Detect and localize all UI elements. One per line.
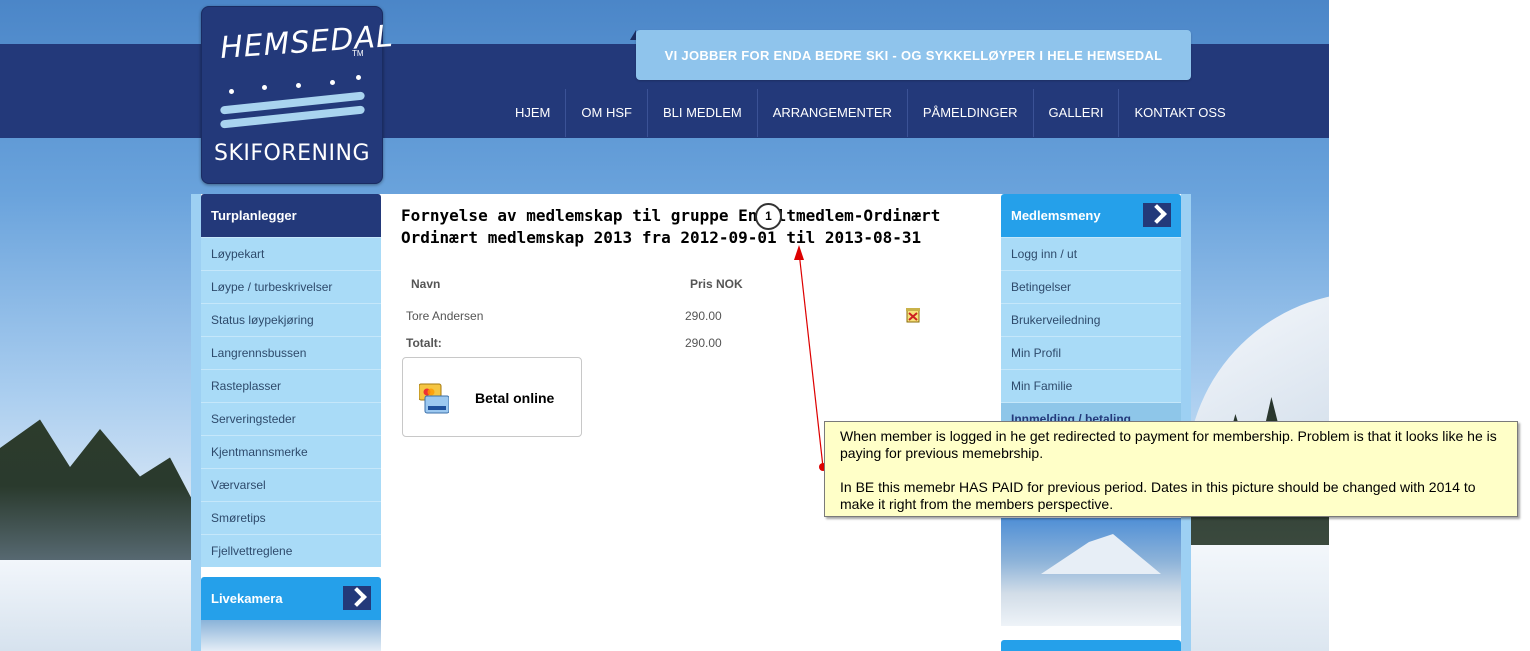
delete-icon[interactable] xyxy=(905,307,921,326)
sidebar-item-betingelser[interactable]: Betingelser xyxy=(1001,270,1181,303)
nav-om-hsf[interactable]: OM HSF xyxy=(565,89,647,137)
sidebar-section-header xyxy=(1001,640,1181,651)
turplanlegger-header: Turplanlegger xyxy=(201,194,381,237)
annotation-text-1: When member is logged in he get redirect… xyxy=(840,428,1497,461)
photo-thumbnail[interactable] xyxy=(1001,518,1181,626)
sidebar-item-langrennsbussen[interactable]: Langrennsbussen xyxy=(201,336,381,369)
member-price: 290.00 xyxy=(685,309,722,323)
right-sidebar: Medlemsmeny Logg inn / ut Betingelser Br… xyxy=(1001,194,1181,435)
sidebar-item-kjentmannsmerke[interactable]: Kjentmannsmerke xyxy=(201,435,381,468)
medlemsmeny-header: Medlemsmeny xyxy=(1001,194,1181,237)
sidebar-item-smoretips[interactable]: Smøretips xyxy=(201,501,381,534)
page-title-line1: Fornyelse av medlemskap til gruppe Enkel… xyxy=(401,206,941,225)
pay-online-label: Betal online xyxy=(475,390,555,406)
logo-trademark: TM xyxy=(352,49,364,58)
sidebar-item-brukerveiledning[interactable]: Brukerveiledning xyxy=(1001,303,1181,336)
total-label: Totalt: xyxy=(406,336,442,350)
sidebar-item-serveringsteder[interactable]: Serveringsteder xyxy=(201,402,381,435)
sidebar-item-vaervarsel[interactable]: Værvarsel xyxy=(201,468,381,501)
nav-kontakt-oss[interactable]: KONTAKT OSS xyxy=(1118,89,1240,137)
sidebar-item-rasteplasser[interactable]: Rasteplasser xyxy=(201,369,381,402)
sidebar-item-fjellvettreglene[interactable]: Fjellvettreglene xyxy=(201,534,381,567)
column-header-price: Pris NOK xyxy=(690,277,743,291)
page-title-line2: Ordinært medlemskap 2013 fra 2012-09-01 … xyxy=(401,228,922,247)
annotation-text-2: In BE this memebr HAS PAID for previous … xyxy=(840,479,1476,512)
nav-arrangementer[interactable]: ARRANGEMENTER xyxy=(756,89,907,137)
sidebar-item-min-familie[interactable]: Min Familie xyxy=(1001,369,1181,402)
logo-subtitle: SKIFORENING xyxy=(214,141,370,166)
left-column-edge xyxy=(191,194,201,651)
sidebar-item-loypekart[interactable]: Løypekart xyxy=(201,237,381,270)
chevron-right-icon xyxy=(1143,203,1171,227)
nav-hjem[interactable]: HJEM xyxy=(500,89,565,137)
nav-pameldinger[interactable]: PÅMELDINGER xyxy=(906,89,1033,137)
sidebar-item-status-loypekjoring[interactable]: Status løypekjøring xyxy=(201,303,381,336)
snow-left xyxy=(0,560,200,651)
chevron-right-icon xyxy=(343,586,371,610)
credit-cards-icon xyxy=(419,383,449,414)
medlemsmeny-title: Medlemsmeny xyxy=(1011,208,1101,223)
total-price: 290.00 xyxy=(685,336,722,350)
page-title: Fornyelse av medlemskap til gruppe Enkel… xyxy=(401,205,991,249)
annotation-callout: When member is logged in he get redirect… xyxy=(824,421,1518,517)
site-logo[interactable]: HEMSEDAL TM SKIFORENING xyxy=(201,6,395,184)
pay-online-button[interactable]: Betal online xyxy=(402,357,582,437)
snow-right xyxy=(1180,545,1329,651)
sidebar-spacer xyxy=(201,567,381,577)
slogan-banner: VI JOBBER FOR ENDA BEDRE SKI - OG SYKKEL… xyxy=(630,30,1191,80)
nav-galleri[interactable]: GALLERI xyxy=(1032,89,1119,137)
main-navigation: HJEM OM HSF BLI MEDLEM ARRANGEMENTER PÅM… xyxy=(500,89,1241,137)
sidebar-item-turbeskrivelser[interactable]: Løype / turbeskrivelser xyxy=(201,270,381,303)
sidebar-item-logg-inn[interactable]: Logg inn / ut xyxy=(1001,237,1181,270)
nav-bli-medlem[interactable]: BLI MEDLEM xyxy=(646,89,757,137)
left-sidebar: Turplanlegger Løypekart Løype / turbeskr… xyxy=(201,194,381,620)
livekamera-title: Livekamera xyxy=(211,591,283,606)
livekamera-header[interactable]: Livekamera xyxy=(201,577,381,620)
logo-wordmark: HEMSEDAL xyxy=(218,18,395,67)
annotation-marker: 1 xyxy=(755,203,782,230)
livecam-thumbnail[interactable] xyxy=(201,620,381,651)
column-header-name: Navn xyxy=(411,277,441,291)
member-name: Tore Andersen xyxy=(406,309,484,323)
sidebar-item-min-profil[interactable]: Min Profil xyxy=(1001,336,1181,369)
